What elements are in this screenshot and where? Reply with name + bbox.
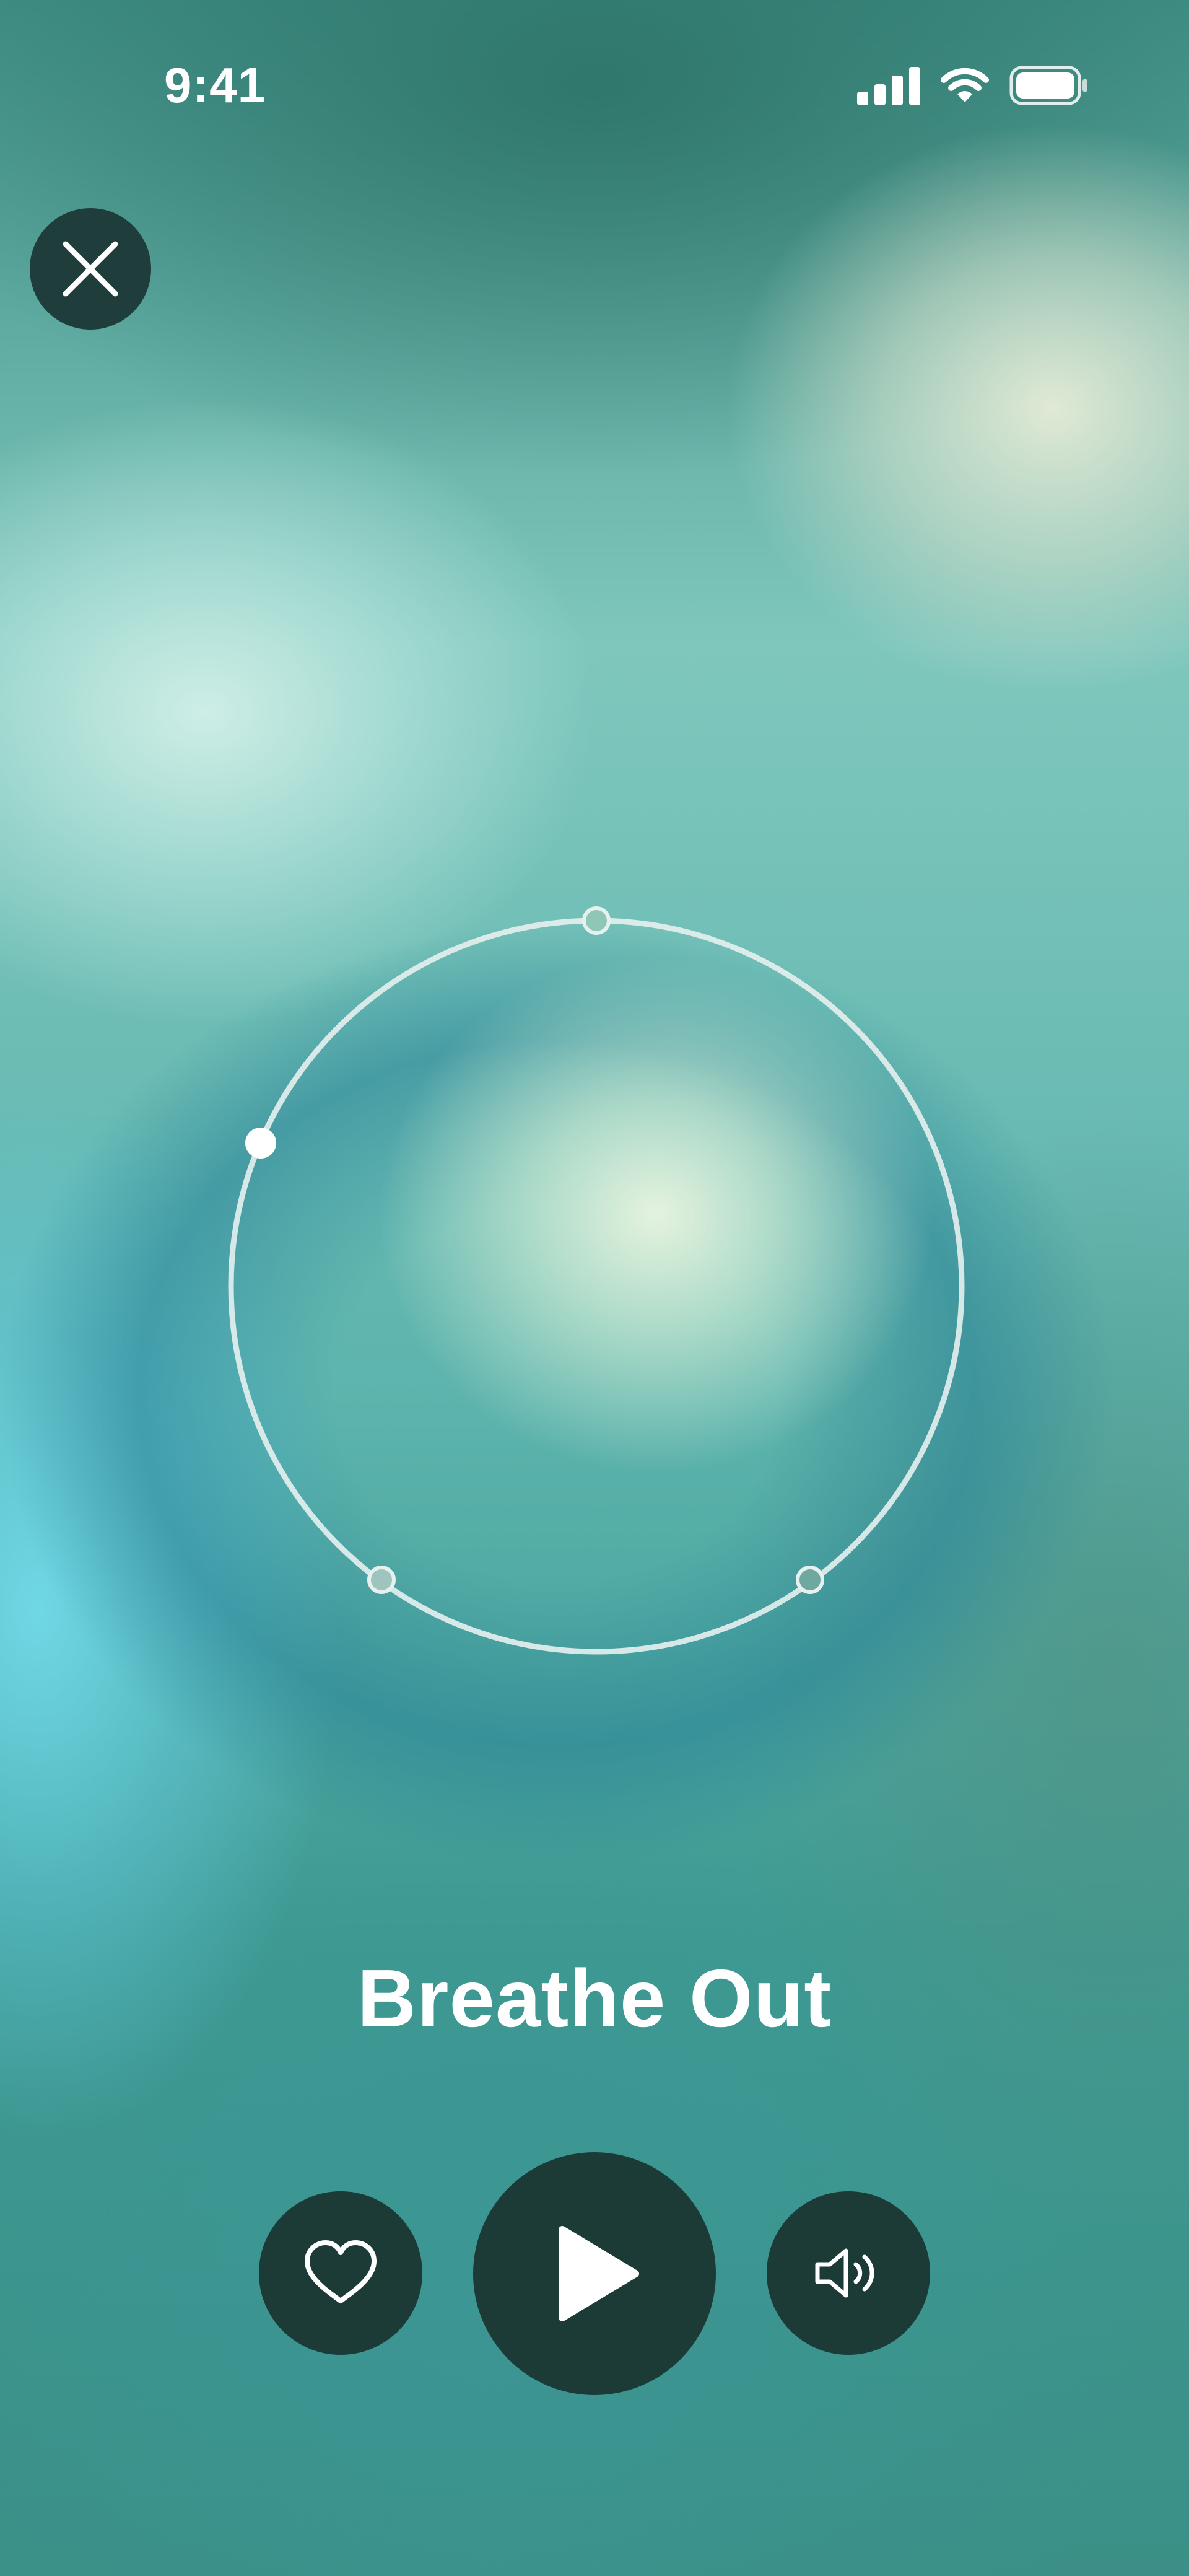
battery-icon <box>1009 66 1087 105</box>
wifi-icon <box>941 68 989 102</box>
favorite-button[interactable] <box>259 2191 422 2355</box>
cellular-signal-icon <box>857 66 920 105</box>
ring-marker-top <box>582 906 611 935</box>
play-button[interactable] <box>473 2152 716 2395</box>
ring-marker-bottom-left <box>367 1566 396 1594</box>
ring-marker-active <box>245 1128 276 1159</box>
phase-label: Breathe Out <box>357 1953 832 2044</box>
ring-marker-bottom-right <box>796 1566 824 1594</box>
speaker-icon <box>815 2248 874 2298</box>
close-icon <box>63 241 118 297</box>
close-button[interactable] <box>30 208 151 330</box>
sound-button[interactable] <box>767 2191 930 2355</box>
breathing-screen: 9:41 Breathe Out <box>0 0 1189 2576</box>
status-time: 9:41 <box>164 58 266 113</box>
status-bar: 9:41 <box>0 0 1189 173</box>
status-icons <box>857 66 1090 105</box>
heart-icon <box>305 2240 377 2303</box>
play-icon <box>559 2226 639 2321</box>
